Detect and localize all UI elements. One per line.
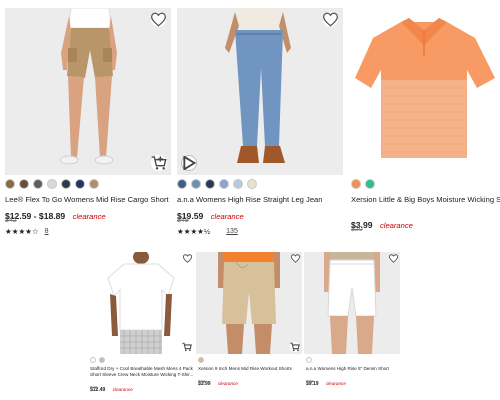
polo-shirt-photo xyxy=(349,8,500,175)
product-card-4[interactable]: Stafford Dry + Cool Breathable Mesh Mens… xyxy=(88,252,194,393)
model-photo-workout-shorts xyxy=(196,252,302,354)
product-image[interactable] xyxy=(304,252,400,354)
color-swatches xyxy=(198,357,207,363)
clearance-tag: clearance xyxy=(72,212,106,221)
product-title[interactable]: Xersion Little & Big Boys Moisture Wicki… xyxy=(351,195,500,204)
original-price: $32 xyxy=(198,379,206,384)
color-swatch[interactable] xyxy=(47,179,57,189)
clearance-tag: clearance xyxy=(210,212,244,221)
color-swatch[interactable] xyxy=(89,179,99,189)
product-title[interactable]: a.n.a Womens High Rise Straight Leg Jean xyxy=(177,195,343,204)
product-image[interactable] xyxy=(196,252,302,354)
color-swatches xyxy=(90,357,108,363)
color-swatch[interactable] xyxy=(219,179,229,189)
favorite-heart-icon[interactable] xyxy=(291,254,300,263)
product-image[interactable] xyxy=(5,8,171,175)
product-card-5[interactable]: Xersion 9 Inch Mens Mid Rise Workout Sho… xyxy=(196,252,302,392)
review-count[interactable]: 135 xyxy=(226,228,238,235)
color-swatch[interactable] xyxy=(247,179,257,189)
color-swatch[interactable] xyxy=(351,179,361,189)
product-card-6[interactable]: a.n.a Womens High Rise 5" Denim Short $9… xyxy=(304,252,400,392)
color-swatch[interactable] xyxy=(198,357,204,363)
product-title[interactable]: Stafford Dry + Cool Breathable Mesh Mens… xyxy=(90,366,194,378)
color-swatches xyxy=(306,357,315,363)
favorite-heart-icon[interactable] xyxy=(183,254,192,263)
original-price: $42 xyxy=(5,217,17,224)
price-row: $12.59 - $18.89 clearance xyxy=(5,206,106,224)
model-photo-straight-jean xyxy=(177,8,343,175)
color-swatch[interactable] xyxy=(177,179,187,189)
original-price: $20 xyxy=(351,226,363,233)
color-swatch[interactable] xyxy=(99,357,105,363)
product-image[interactable] xyxy=(88,252,194,354)
model-photo-cargo-short xyxy=(5,8,171,175)
favorite-heart-icon[interactable] xyxy=(389,254,398,263)
color-swatch[interactable] xyxy=(61,179,71,189)
rating[interactable]: ★★★★☆ 8 xyxy=(5,227,49,236)
product-card-1[interactable]: Lee® Flex To Go Womens Mid Rise Cargo Sh… xyxy=(5,8,171,238)
model-photo-mesh-tee xyxy=(88,252,194,354)
original-price: $49 xyxy=(177,217,189,224)
color-swatch[interactable] xyxy=(306,357,312,363)
color-swatch[interactable] xyxy=(191,179,201,189)
color-swatch[interactable] xyxy=(90,357,96,363)
clearance-tag: clearance xyxy=(379,221,413,230)
product-title[interactable]: Lee® Flex To Go Womens Mid Rise Cargo Sh… xyxy=(5,195,171,204)
color-swatch[interactable] xyxy=(365,179,375,189)
product-card-3[interactable]: Xersion Little & Big Boys Moisture Wicki… xyxy=(349,8,500,238)
color-swatch[interactable] xyxy=(33,179,43,189)
color-swatches xyxy=(177,179,261,189)
color-swatch[interactable] xyxy=(19,179,29,189)
add-to-cart-icon[interactable] xyxy=(151,155,167,171)
color-swatch[interactable] xyxy=(205,179,215,189)
original-price: $40 xyxy=(90,385,98,390)
play-video-icon[interactable] xyxy=(181,155,197,171)
color-swatches xyxy=(351,179,379,189)
add-to-cart-icon[interactable] xyxy=(182,342,192,352)
rating[interactable]: ★★★★½ 135 xyxy=(177,227,238,236)
product-image[interactable] xyxy=(349,8,500,175)
color-swatch[interactable] xyxy=(5,179,15,189)
original-price: $37 xyxy=(306,379,314,384)
clearance-tag: clearance xyxy=(112,387,133,392)
clearance-tag: clearance xyxy=(325,381,346,386)
clearance-tag: clearance xyxy=(217,381,238,386)
star-rating-icon: ★★★★½ xyxy=(177,227,211,236)
product-card-2[interactable]: a.n.a Womens High Rise Straight Leg Jean… xyxy=(177,8,343,238)
favorite-heart-icon[interactable] xyxy=(323,12,338,27)
favorite-heart-icon[interactable] xyxy=(151,12,166,27)
product-image[interactable] xyxy=(177,8,343,175)
add-to-cart-icon[interactable] xyxy=(290,342,300,352)
model-photo-denim-short xyxy=(304,252,400,354)
color-swatch[interactable] xyxy=(233,179,243,189)
star-rating-icon: ★★★★☆ xyxy=(5,227,39,236)
color-swatches xyxy=(5,179,103,189)
color-swatch[interactable] xyxy=(75,179,85,189)
review-count[interactable]: 8 xyxy=(45,228,49,235)
